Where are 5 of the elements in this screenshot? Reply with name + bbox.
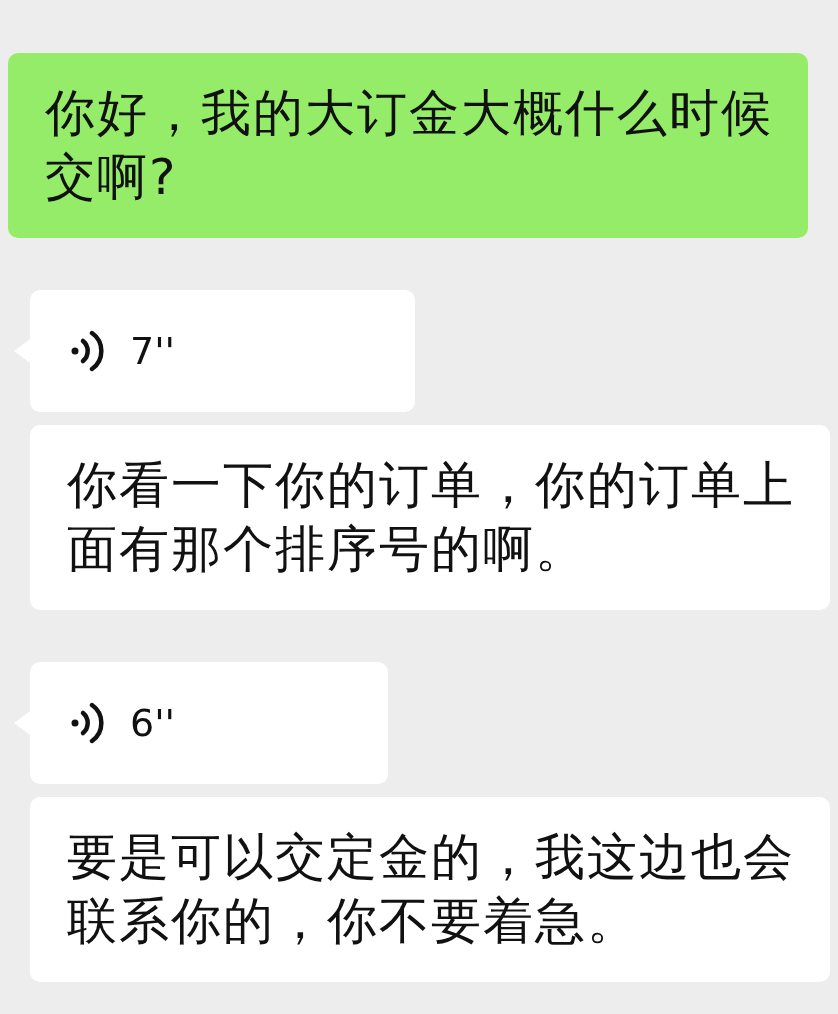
voice-icon [70, 702, 106, 744]
transcription-bubble: 你看一下你的订单，你的订单上面有那个排序号的啊。 [30, 425, 830, 610]
transcription-bubble: 要是可以交定金的，我这边也会联系你的，你不要着急。 [30, 797, 830, 982]
message-bubble: 你好，我的大订金大概什么时候交啊? [8, 53, 808, 238]
voice-icon [70, 330, 106, 372]
